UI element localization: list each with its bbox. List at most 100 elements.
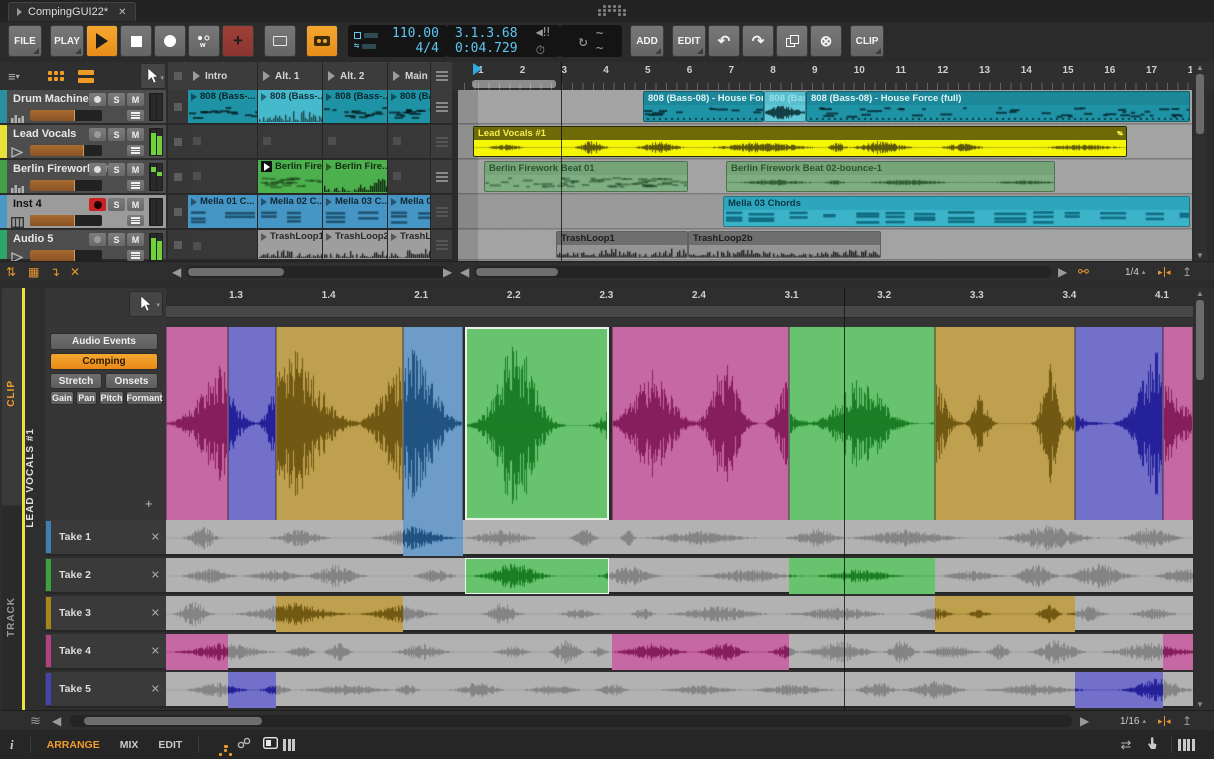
- solo-button[interactable]: S: [108, 233, 125, 246]
- take-selected-region[interactable]: [228, 672, 276, 708]
- shuffle-icon[interactable]: ⇆: [354, 43, 359, 50]
- tempo-display[interactable]: ⇆ 110.00 4/4: [348, 25, 447, 57]
- editor-scroll-up-icon[interactable]: ▲: [1196, 289, 1204, 298]
- comp-segment-take-5[interactable]: [228, 327, 276, 520]
- record-button[interactable]: [154, 25, 186, 57]
- display-profile-button[interactable]: [264, 25, 296, 57]
- editor-zoom-strip[interactable]: [166, 305, 1193, 318]
- editor-hscrollbar[interactable]: [70, 715, 1072, 727]
- feedback-cell[interactable]: [431, 230, 452, 260]
- delete-button[interactable]: ⊗: [810, 25, 842, 57]
- arranger-vscroll-thumb[interactable]: [1196, 74, 1204, 134]
- show-takes-icon[interactable]: ⚯: [1078, 264, 1089, 280]
- time-signature-value[interactable]: 4/4: [415, 41, 438, 56]
- track-stop-button[interactable]: [168, 125, 188, 159]
- scene-header-intro[interactable]: Intro: [188, 62, 258, 90]
- clip-play-icon[interactable]: [391, 233, 397, 241]
- solo-button[interactable]: S: [108, 163, 125, 176]
- audio-events-button[interactable]: Audio Events: [50, 333, 158, 350]
- mute-button[interactable]: M: [127, 93, 144, 106]
- play-menu-button[interactable]: PLAY: [50, 25, 84, 57]
- take-header-take-2[interactable]: Take 2✕: [45, 558, 166, 594]
- editor-vscroll-thumb[interactable]: [1196, 300, 1204, 380]
- feedback-cell[interactable]: [431, 195, 452, 229]
- mute-button[interactable]: M: [127, 128, 144, 141]
- volume-fader[interactable]: [30, 250, 102, 261]
- take-selected-region[interactable]: [465, 558, 609, 594]
- solo-button[interactable]: S: [108, 198, 125, 211]
- bitwig-logo-icon[interactable]: [594, 4, 634, 18]
- volume-fader[interactable]: [30, 110, 102, 121]
- pitch-button[interactable]: Pitch: [99, 391, 124, 405]
- arranger-vertical-scrollbar[interactable]: ▲ ▼: [1194, 62, 1207, 261]
- launcher-empty-slot[interactable]: [258, 125, 323, 159]
- tab-clip[interactable]: CLIP: [2, 288, 22, 505]
- project-tab-close-icon[interactable]: ✕: [118, 7, 126, 18]
- track-name[interactable]: Audio 5: [13, 233, 53, 245]
- take-selected-region[interactable]: [1163, 634, 1193, 670]
- take-selected-region[interactable]: [935, 596, 1075, 632]
- track-row-inst-4[interactable]: Inst 4SM: [0, 195, 166, 229]
- launcher-empty-slot[interactable]: [188, 230, 258, 260]
- arranger-clip-808-bass-08-house-force-[interactable]: 808 (Bass-08) - House Force (: [643, 91, 764, 122]
- info-button[interactable]: i: [0, 737, 24, 753]
- editor-snap-value[interactable]: 1/16▴: [1120, 713, 1146, 729]
- comp-segment-take-1[interactable]: [403, 327, 463, 520]
- track-name[interactable]: Drum Machine: [13, 93, 89, 105]
- track-stop-button[interactable]: [168, 230, 188, 260]
- take-lane-take-5[interactable]: [166, 672, 1193, 708]
- take-selected-region[interactable]: [403, 520, 463, 556]
- editor-scroll-right-icon[interactable]: ▶: [1080, 713, 1089, 729]
- overdub-add-button[interactable]: +: [222, 25, 254, 57]
- comp-segment-take-2[interactable]: [465, 327, 609, 520]
- loop-icon[interactable]: ↻: [575, 32, 592, 50]
- take-remove-icon[interactable]: ✕: [151, 645, 160, 658]
- launcher-scroll-left-icon[interactable]: ◀: [172, 264, 181, 280]
- launcher-clip-mella-03-c-[interactable]: Mella 03 C...: [323, 195, 388, 229]
- launcher-clip-trashloop1[interactable]: TrashLoop1: [258, 230, 323, 260]
- track-menu-button[interactable]: [127, 145, 144, 156]
- launcher-grid-view-icon[interactable]: [48, 66, 64, 86]
- take-lane-take-3[interactable]: [166, 596, 1193, 632]
- launcher-clip-808-bass-[interactable]: 808 (Bass-...: [258, 90, 323, 124]
- mixer-mini-icon[interactable]: ▦: [28, 264, 39, 280]
- take-remove-icon[interactable]: ✕: [151, 607, 160, 620]
- edit-menu-button[interactable]: EDIT: [672, 25, 706, 57]
- comp-segment-take-4[interactable]: [166, 327, 228, 520]
- editor-scroll-down-icon[interactable]: ▼: [1196, 700, 1204, 709]
- launcher-clip-mella-04[interactable]: Mella 04: [388, 195, 431, 229]
- editor-scroll-left-icon[interactable]: ◀: [52, 713, 61, 729]
- tempo-value[interactable]: 110.00: [392, 26, 439, 41]
- track-stop-button[interactable]: [168, 160, 188, 194]
- stop-button[interactable]: [120, 25, 152, 57]
- scene-play-icon[interactable]: [328, 71, 335, 81]
- clip-menu-button[interactable]: CLIP: [850, 25, 884, 57]
- comp-lane[interactable]: [166, 327, 1193, 520]
- arranger-clip-808-bass-08-house-force-full-[interactable]: 808 (Bass-08) - House Force (full): [806, 91, 1190, 122]
- editor-pointer-dropdown-icon[interactable]: ▾: [156, 301, 160, 309]
- arranger-scroll-right-icon[interactable]: ▶: [1058, 264, 1067, 280]
- punch-in-icon[interactable]: ◀‼: [532, 25, 554, 39]
- mute-button[interactable]: M: [127, 163, 144, 176]
- take-header-take-3[interactable]: Take 3✕: [45, 596, 166, 632]
- arranger-view-icon[interactable]: [78, 66, 94, 86]
- launcher-scroll-right-icon[interactable]: ▶: [443, 264, 452, 280]
- launcher-hscroll-thumb[interactable]: [188, 268, 284, 276]
- arranger-scroll-left-icon[interactable]: ◀: [460, 264, 469, 280]
- arranger-snap-mode-icon[interactable]: ▸◂: [1158, 264, 1171, 280]
- launcher-empty-slot[interactable]: [188, 160, 258, 194]
- track-stop-button[interactable]: [168, 90, 188, 124]
- launcher-clip-808-bass-[interactable]: 808 (Bass-...: [388, 90, 431, 124]
- mix-layout-button[interactable]: MIX: [110, 739, 149, 751]
- comp-segment-take-4[interactable]: [612, 327, 789, 520]
- volume-fader[interactable]: [30, 145, 102, 156]
- stretch-button[interactable]: Stretch: [50, 373, 102, 389]
- track-name[interactable]: Inst 4: [13, 198, 42, 210]
- track-menu-button[interactable]: [127, 250, 144, 261]
- clip-play-icon[interactable]: [191, 93, 197, 101]
- metronome-icon[interactable]: ⏱: [532, 43, 554, 58]
- clip-play-icon[interactable]: [261, 198, 267, 206]
- take-selected-region[interactable]: [166, 634, 228, 670]
- scene-play-icon[interactable]: [193, 71, 200, 81]
- comp-segment-take-2[interactable]: [789, 327, 935, 520]
